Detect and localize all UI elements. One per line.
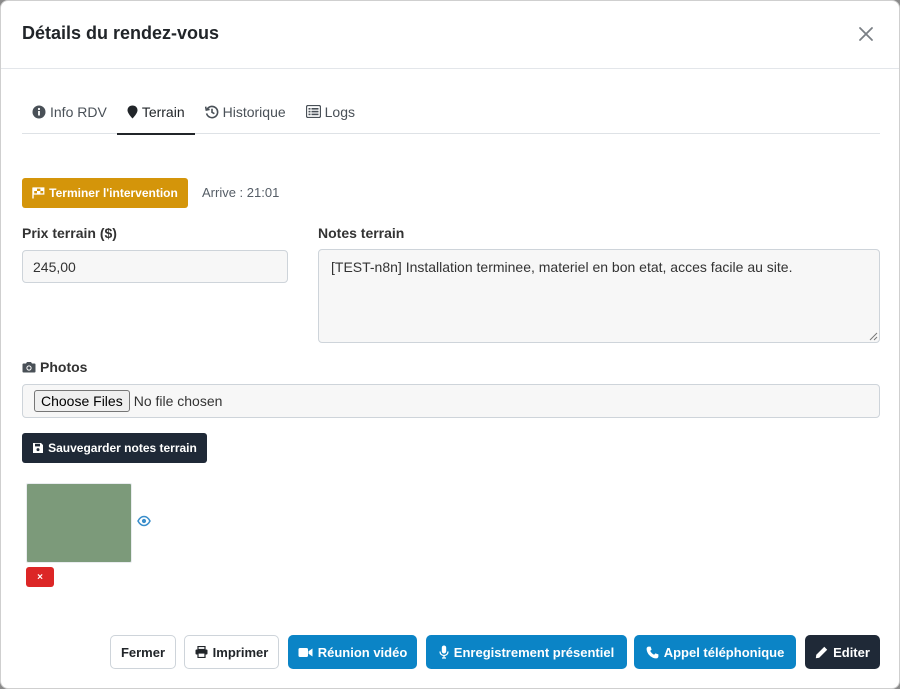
arrival-time: Arrive : 21:01 (202, 185, 280, 200)
notes-textarea[interactable]: [TEST-n8n] Installation terminee, materi… (318, 249, 880, 343)
close-icon (859, 27, 873, 41)
photo-file-input[interactable]: Choose Files No file chosen (22, 384, 880, 418)
phone-call-label: Appel téléphonique (663, 644, 785, 660)
microphone-icon (439, 645, 449, 659)
eye-icon[interactable] (137, 515, 151, 527)
camera-icon (22, 362, 36, 373)
finish-intervention-button[interactable]: Terminer l'intervention (22, 178, 188, 208)
photo-thumbnail[interactable] (26, 483, 132, 563)
tab-bar: Info RDV Terrain Historique Logs (22, 91, 880, 135)
delete-photo-button[interactable]: × (26, 567, 54, 587)
info-circle-icon (32, 105, 46, 118)
close-modal-label: Fermer (120, 644, 166, 660)
video-camera-icon (298, 647, 313, 657)
in-person-recording-label: Enregistrement présentiel (453, 644, 615, 660)
list-icon (305, 105, 321, 118)
modal-title: Détails du rendez-vous (22, 23, 220, 43)
video-meeting-button[interactable]: Réunion vidéo (288, 635, 417, 669)
save-terrain-notes-label: Sauvegarder notes terrain (48, 441, 197, 455)
tab-label: Terrain (141, 103, 185, 120)
photos-label: Photos (22, 359, 87, 375)
in-person-recording-button[interactable]: Enregistrement présentiel (426, 635, 627, 669)
tab-terrain[interactable]: Terrain (116, 91, 195, 135)
save-terrain-notes-button[interactable]: Sauvegarder notes terrain (22, 433, 207, 463)
pencil-icon (815, 646, 828, 658)
edit-label: Editer (833, 644, 870, 660)
close-button[interactable] (857, 25, 875, 43)
phone-icon (646, 646, 659, 658)
print-button[interactable]: Imprimer (184, 635, 279, 669)
tab-label: Logs (324, 103, 355, 120)
history-icon (204, 105, 218, 118)
file-status: No file chosen (133, 393, 223, 409)
map-marker-icon (127, 105, 138, 118)
finish-intervention-label: Terminer l'intervention (49, 186, 178, 200)
modal-header: Détails du rendez-vous (1, 1, 899, 69)
printer-icon (195, 646, 208, 658)
tab-label: Info RDV (50, 103, 107, 120)
resize-grip-icon[interactable] (869, 332, 878, 341)
edit-button[interactable]: Editer (805, 635, 880, 669)
choose-files-button[interactable]: Choose Files (34, 390, 130, 412)
phone-call-button[interactable]: Appel téléphonique (634, 635, 796, 669)
price-label: Prix terrain ($) (22, 225, 117, 241)
tab-info-rdv[interactable]: Info RDV (22, 91, 117, 134)
close-modal-button[interactable]: Fermer (110, 635, 176, 669)
photos-label-text: Photos (40, 359, 88, 375)
print-label: Imprimer (212, 644, 269, 660)
tab-label: Historique (222, 103, 286, 120)
price-input[interactable] (22, 250, 288, 283)
appointment-details-modal: Détails du rendez-vous Info RDV Terrain (0, 0, 900, 689)
flag-icon (32, 187, 45, 199)
notes-label: Notes terrain (318, 225, 405, 241)
save-icon (33, 443, 44, 453)
tab-logs[interactable]: Logs (296, 91, 365, 134)
video-meeting-label: Réunion vidéo (317, 644, 408, 660)
tab-historique[interactable]: Historique (195, 91, 296, 134)
